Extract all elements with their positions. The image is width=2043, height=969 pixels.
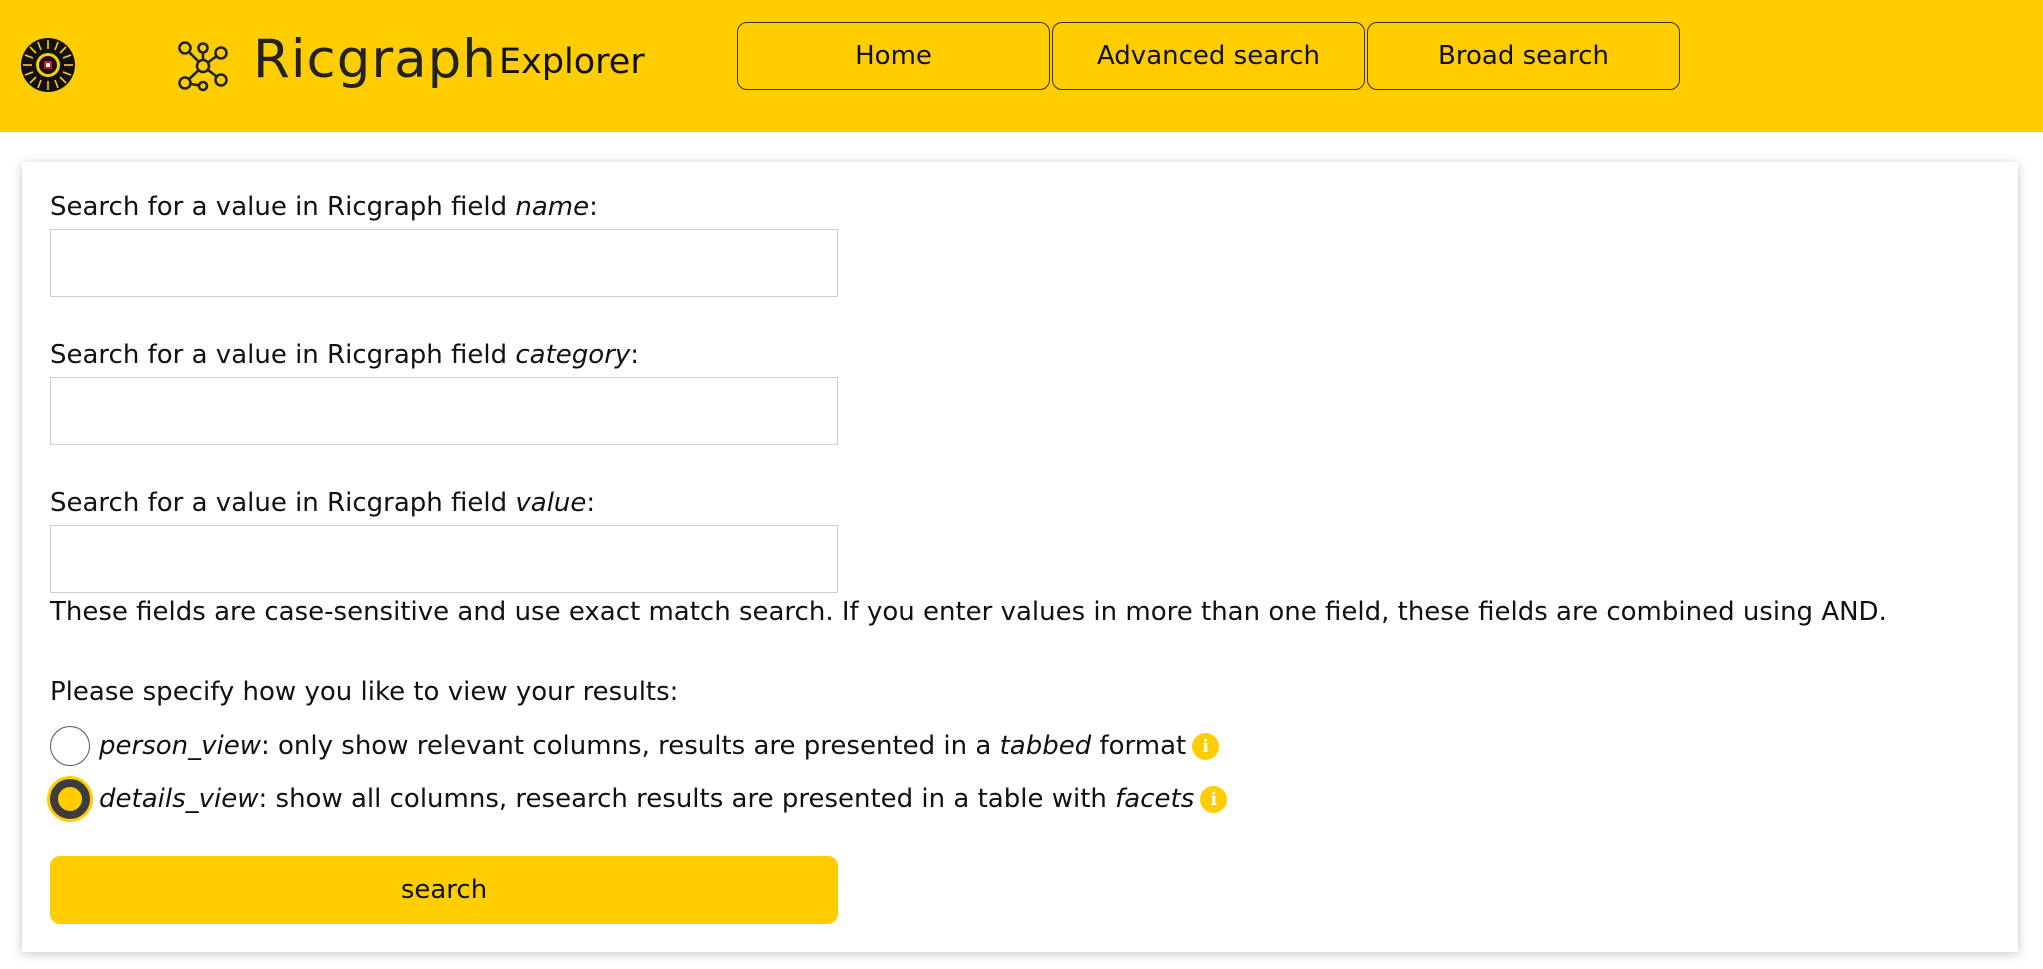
view-name: person_view	[99, 731, 261, 761]
view-desc-end: format	[1091, 731, 1187, 761]
value-search-input[interactable]	[50, 525, 838, 593]
label-suffix: :	[586, 488, 596, 518]
info-icon[interactable]: i	[1192, 732, 1220, 760]
university-sun-logo[interactable]	[20, 37, 76, 93]
brand-subtitle[interactable]: Explorer	[499, 38, 645, 86]
name-search-input[interactable]	[50, 229, 838, 297]
info-icon[interactable]: i	[1200, 785, 1228, 813]
label-suffix: :	[589, 192, 598, 222]
label-field-name: value	[515, 488, 587, 518]
search-help-note: These fields are case-sensitive and use …	[50, 597, 1887, 627]
category-field-label: Search for a value in Ricgraph field cat…	[50, 338, 639, 372]
top-header: Ricgraph Explorer Home Advanced search B…	[0, 0, 2043, 132]
label-prefix: Search for a value in Ricgraph field	[50, 340, 516, 370]
nav-advanced-search-button[interactable]: Advanced search	[1052, 22, 1365, 90]
view-desc: : only show relevant columns, results ar…	[261, 731, 1000, 761]
details-view-radio[interactable]	[50, 779, 90, 819]
category-search-input[interactable]	[50, 377, 838, 445]
person-view-radio[interactable]	[50, 726, 90, 766]
value-field-label: Search for a value in Ricgraph field val…	[50, 486, 595, 520]
view-option-person: person_view: only show relevant columns,…	[50, 724, 1220, 768]
view-desc-emph: facets	[1115, 784, 1195, 814]
details-view-label[interactable]: details_view: show all columns, research…	[99, 784, 1194, 814]
nav-broad-search-button[interactable]: Broad search	[1367, 22, 1680, 90]
top-nav: Home Advanced search Broad search	[737, 22, 1682, 90]
person-view-label[interactable]: person_view: only show relevant columns,…	[99, 731, 1186, 761]
view-options-label: Please specify how you like to view your…	[50, 677, 679, 707]
label-prefix: Search for a value in Ricgraph field	[50, 192, 516, 222]
graph-network-icon	[178, 41, 228, 92]
advanced-search-panel: Search for a value in Ricgraph field nam…	[22, 162, 2018, 952]
brand-name[interactable]: Ricgraph	[253, 24, 497, 96]
view-desc-emph: tabbed	[999, 731, 1092, 761]
label-field-name: name	[515, 192, 590, 222]
label-field-name: category	[515, 340, 631, 370]
label-suffix: :	[630, 340, 640, 370]
label-prefix: Search for a value in Ricgraph field	[50, 488, 516, 518]
view-desc: : show all columns, research results are…	[258, 784, 1116, 814]
nav-home-button[interactable]: Home	[737, 22, 1050, 90]
name-field-label: Search for a value in Ricgraph field nam…	[50, 190, 598, 224]
view-option-details: details_view: show all columns, research…	[50, 777, 1228, 821]
view-name: details_view	[99, 784, 259, 814]
search-button[interactable]: search	[50, 856, 838, 924]
